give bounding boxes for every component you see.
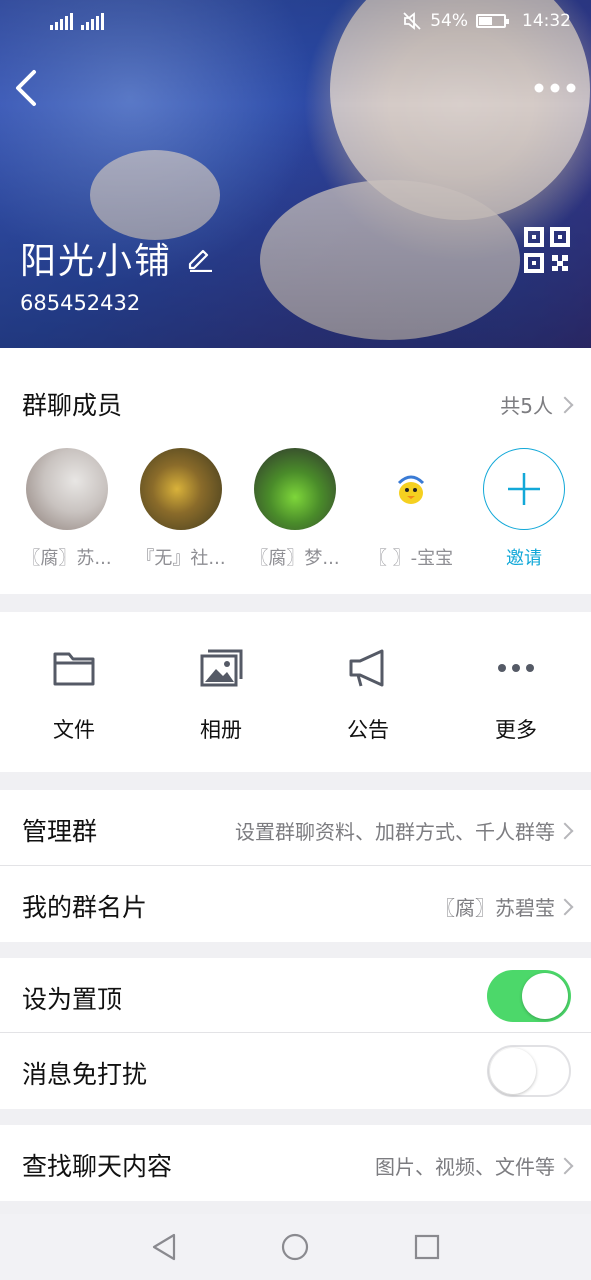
search-chat-hint: 图片、视频、文件等 <box>375 1155 555 1179</box>
row-value: 设置群聊资料、加群方式、千人群等 <box>235 816 574 845</box>
row-value: 〖腐〗苏碧莹 <box>435 892 574 921</box>
chevron-right-icon <box>556 396 574 413</box>
member-item[interactable]: 〖腐〗苏... <box>12 448 122 570</box>
avatar <box>370 448 452 530</box>
members-title: 群聊成员 <box>22 391 123 420</box>
more-options-button[interactable] <box>533 76 577 100</box>
invite-button[interactable]: 邀请 <box>469 448 579 570</box>
back-button[interactable] <box>10 66 46 110</box>
chevron-right-icon <box>556 1157 574 1174</box>
row-label: 我的群名片 <box>22 893 148 922</box>
avatar <box>140 448 222 530</box>
megaphone-icon <box>349 649 384 687</box>
tool-more[interactable]: 更多 <box>466 648 566 744</box>
avatar <box>26 448 108 530</box>
row-label: 设为置顶 <box>22 985 123 1014</box>
row-search-chat[interactable]: 查找聊天内容 图片、视频、文件等 <box>0 1125 591 1201</box>
members-count-link[interactable]: 共5人 <box>500 390 574 419</box>
do-not-disturb-toggle[interactable] <box>487 1045 571 1097</box>
group-name: 阳光小铺 <box>20 232 214 284</box>
nav-recents-icon[interactable] <box>412 1232 442 1262</box>
tool-label: 相册 <box>200 718 242 742</box>
members-section: 群聊成员 共5人 〖腐〗苏... 『无』社... 〖腐〗梦... 〖 〗-宝宝 <box>0 348 591 594</box>
member-name: 〖 〗-宝宝 <box>368 548 454 569</box>
row-label: 查找聊天内容 <box>22 1152 173 1181</box>
row-label: 管理群 <box>22 817 98 846</box>
add-icon <box>483 448 565 530</box>
edit-icon[interactable] <box>186 244 214 272</box>
manage-group-hint: 设置群聊资料、加群方式、千人群等 <box>235 820 555 844</box>
chevron-right-icon <box>556 898 574 915</box>
invite-label: 邀请 <box>506 548 542 569</box>
row-do-not-disturb: 消息免打扰 <box>0 1033 591 1109</box>
member-name: 『无』社... <box>136 548 226 569</box>
signal-icon <box>50 12 73 30</box>
signal-icon <box>81 12 104 30</box>
row-label: 消息免打扰 <box>22 1060 148 1089</box>
chevron-right-icon <box>556 822 574 839</box>
tools-section: 文件 相册 公告 更多 <box>0 612 591 772</box>
member-item[interactable]: 〖 〗-宝宝 <box>356 448 466 570</box>
status-bar: 54% 14:32 <box>0 0 591 46</box>
group-name-text: 阳光小铺 <box>20 241 173 282</box>
row-manage-group[interactable]: 管理群 设置群聊资料、加群方式、千人群等 <box>0 790 591 866</box>
member-item[interactable]: 〖腐〗梦... <box>240 448 350 570</box>
nav-home-icon[interactable] <box>280 1232 310 1262</box>
nav-back-icon[interactable] <box>150 1232 180 1262</box>
system-nav-bar <box>0 1214 591 1280</box>
battery-icon <box>476 14 509 28</box>
member-item[interactable]: 『无』社... <box>126 448 236 570</box>
group-id: 685452432 <box>20 291 141 315</box>
qr-code-button[interactable] <box>523 226 571 274</box>
folder-icon <box>53 652 95 686</box>
photo-album-icon <box>200 649 243 687</box>
row-value: 图片、视频、文件等 <box>375 1151 574 1180</box>
battery-percent: 54% <box>430 11 468 31</box>
tool-label: 更多 <box>495 718 537 742</box>
group-card-name: 〖腐〗苏碧莹 <box>435 896 555 920</box>
member-name: 〖腐〗梦... <box>250 548 340 569</box>
pin-top-toggle[interactable] <box>487 970 571 1022</box>
row-pin-top: 设为置顶 <box>0 958 591 1034</box>
clock: 14:32 <box>522 11 571 31</box>
member-name: 〖腐〗苏... <box>22 548 112 569</box>
row-group-card[interactable]: 我的群名片 〖腐〗苏碧莹 <box>0 866 591 942</box>
mute-icon <box>403 12 421 30</box>
tool-label: 公告 <box>347 718 389 742</box>
tool-files[interactable]: 文件 <box>24 648 124 744</box>
avatar <box>254 448 336 530</box>
tool-label: 文件 <box>53 718 95 742</box>
more-dots-icon <box>498 664 534 672</box>
tool-announcement[interactable]: 公告 <box>318 648 418 744</box>
group-header: 54% 14:32 阳光小铺 685452432 <box>0 0 591 348</box>
tool-album[interactable]: 相册 <box>171 648 271 744</box>
members-count: 共5人 <box>500 394 553 418</box>
